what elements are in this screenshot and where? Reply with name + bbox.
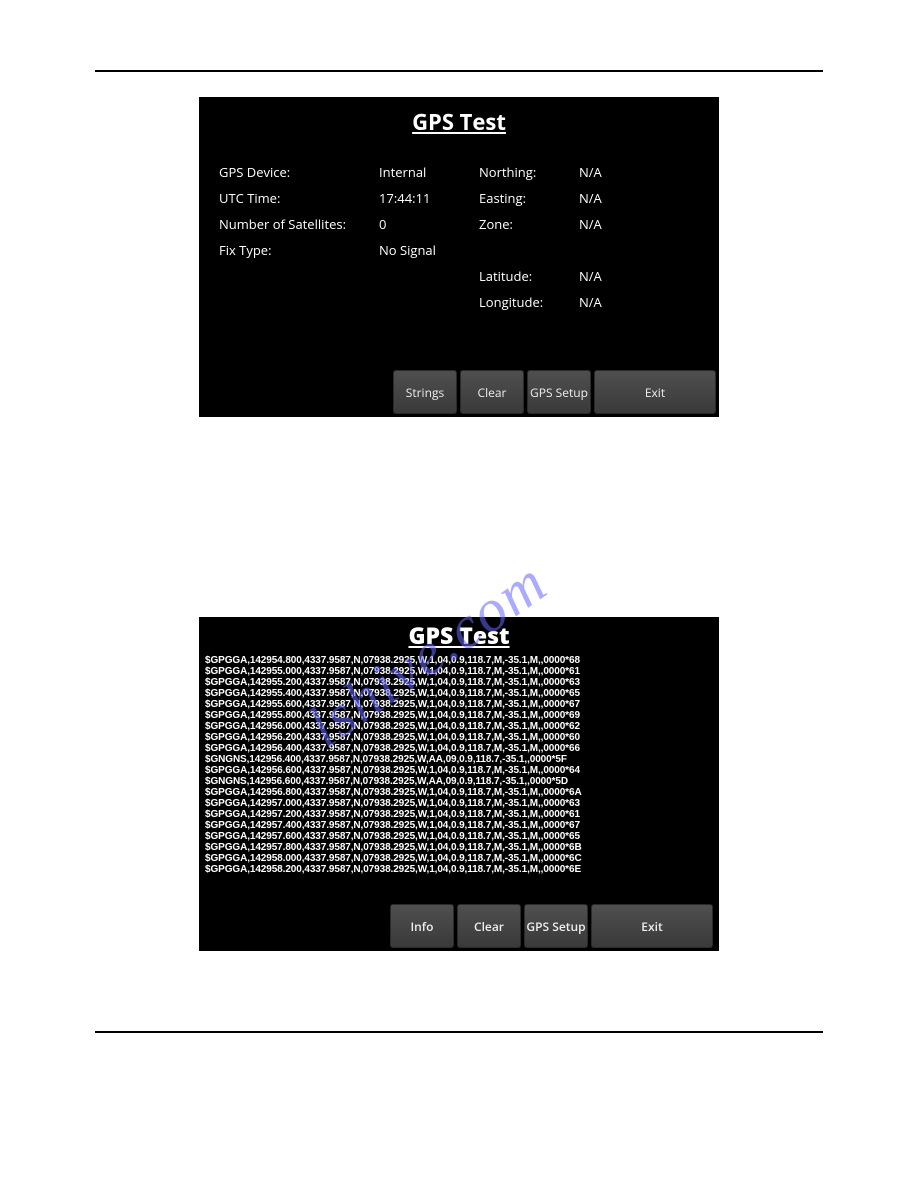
utc-time-value: 17:44:11 bbox=[379, 185, 479, 211]
easting-value: N/A bbox=[579, 185, 699, 211]
gps-device-label: GPS Device: bbox=[219, 159, 379, 185]
latitude-label: Latitude: bbox=[479, 263, 579, 289]
info-button[interactable]: Info bbox=[390, 904, 454, 948]
fix-type-value: No Signal bbox=[379, 237, 479, 263]
panel2-button-bar: Info Clear GPS Setup Exit bbox=[387, 901, 716, 951]
num-satellites-value: 0 bbox=[379, 211, 479, 237]
latitude-value: N/A bbox=[579, 263, 699, 289]
num-satellites-label: Number of Satellites: bbox=[219, 211, 379, 237]
bottom-rule bbox=[95, 1031, 823, 1033]
gps-setup-button[interactable]: GPS Setup bbox=[524, 904, 588, 948]
longitude-label: Longitude: bbox=[479, 289, 579, 315]
panel1-button-bar: Strings Clear GPS Setup Exit bbox=[390, 367, 719, 417]
top-rule bbox=[95, 70, 823, 72]
gps-test-strings-panel: GPS Test $GPGGA,142954.800,4337.9587,N,0… bbox=[199, 617, 719, 951]
easting-label: Easting: bbox=[479, 185, 579, 211]
exit-button[interactable]: Exit bbox=[591, 904, 713, 948]
clear-button[interactable]: Clear bbox=[460, 370, 524, 414]
panel-title: GPS Test bbox=[199, 617, 719, 651]
gps-test-info-panel: GPS Test GPS Device: Internal Northing: … bbox=[199, 97, 719, 417]
gps-device-value: Internal bbox=[379, 159, 479, 185]
nmea-strings-output: $GPGGA,142954.800,4337.9587,N,07938.2925… bbox=[199, 655, 719, 875]
zone-value: N/A bbox=[579, 211, 699, 237]
gps-info-grid: GPS Device: Internal Northing: N/A UTC T… bbox=[219, 159, 699, 315]
exit-button[interactable]: Exit bbox=[594, 370, 716, 414]
northing-label: Northing: bbox=[479, 159, 579, 185]
strings-button[interactable]: Strings bbox=[393, 370, 457, 414]
zone-label: Zone: bbox=[479, 211, 579, 237]
utc-time-label: UTC Time: bbox=[219, 185, 379, 211]
northing-value: N/A bbox=[579, 159, 699, 185]
clear-button[interactable]: Clear bbox=[457, 904, 521, 948]
fix-type-label: Fix Type: bbox=[219, 237, 379, 263]
panel-title: GPS Test bbox=[199, 97, 719, 137]
gps-setup-button[interactable]: GPS Setup bbox=[527, 370, 591, 414]
longitude-value: N/A bbox=[579, 289, 699, 315]
